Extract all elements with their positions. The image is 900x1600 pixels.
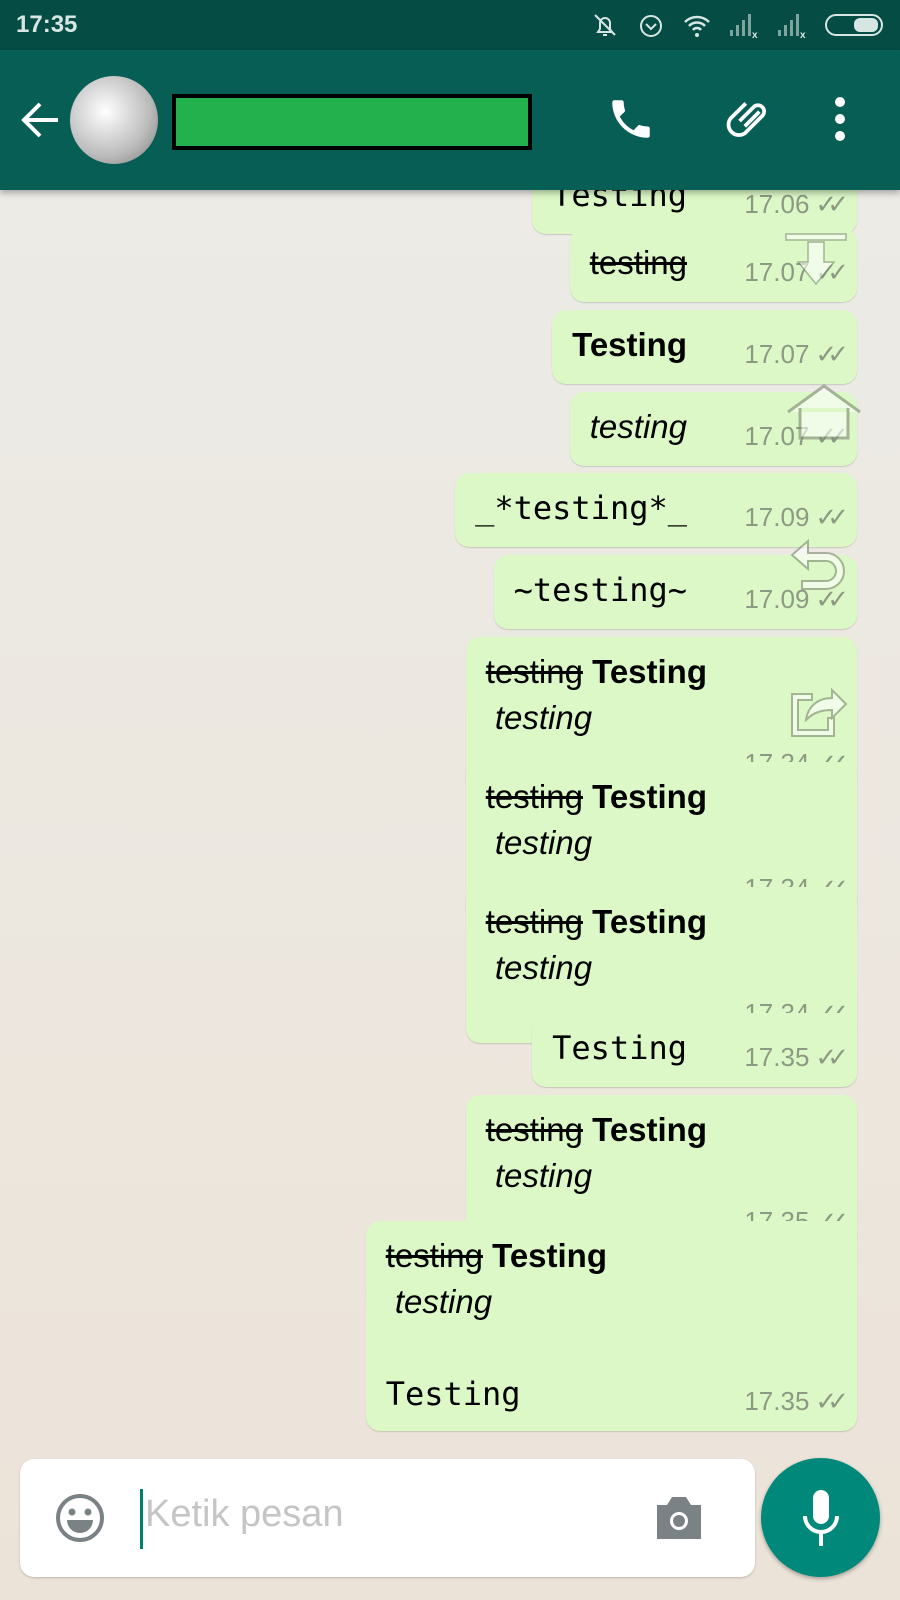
mic-icon: [802, 1489, 839, 1546]
message-text: testing: [485, 949, 593, 986]
message-meta: 17.35✓✓: [744, 1386, 848, 1417]
message-text: testing: [485, 653, 583, 690]
emoji-icon[interactable]: [55, 1493, 105, 1543]
status-time: 17:35: [16, 11, 78, 38]
message-text: ~testing~: [513, 571, 687, 609]
arrow-left-icon[interactable]: [18, 100, 62, 140]
text-cursor: [140, 1489, 143, 1549]
message-text: testing: [485, 1157, 593, 1194]
message-line: testing: [486, 820, 707, 866]
message-line: testing Testing: [486, 1107, 707, 1153]
message-text: testing: [485, 699, 593, 736]
chat-header: [0, 50, 900, 190]
message-line: Testing: [552, 190, 687, 218]
message-time: 17.09: [744, 502, 810, 532]
message-line: Testing: [572, 322, 687, 368]
message-text: testing: [485, 778, 583, 815]
message-meta: 17.07✓✓: [744, 339, 848, 370]
alarm-icon: [640, 15, 662, 37]
double-check-icon: ✓✓: [815, 339, 848, 369]
message-bubble[interactable]: Testing 17.35 ✓✓: [532, 1013, 857, 1087]
message-composer: Ketik pesan: [20, 1459, 755, 1577]
more-vert-icon[interactable]: [830, 94, 850, 144]
message-text: testing: [485, 903, 583, 940]
share-icon[interactable]: [788, 680, 848, 740]
message-text: testing: [589, 408, 687, 445]
message-text: Testing: [582, 903, 707, 940]
message-text: Testing: [552, 190, 687, 214]
status-icons: x x: [590, 10, 884, 40]
phone-icon[interactable]: [606, 94, 656, 144]
message-meta: 17.35✓✓: [744, 1042, 848, 1073]
message-text: _*testing*_: [475, 489, 687, 527]
svg-text:x: x: [752, 30, 758, 40]
double-check-icon: ✓✓: [815, 1042, 848, 1072]
message-input[interactable]: Ketik pesan: [145, 1493, 344, 1536]
message-line: _*testing*_: [475, 485, 687, 531]
message-text: testing: [485, 1111, 583, 1148]
message-line: Testing: [552, 1025, 687, 1071]
message-bubble[interactable]: _*testing*_ 17.09 ✓✓: [455, 473, 857, 547]
home-icon[interactable]: [784, 382, 864, 442]
message-line: testing Testing: [486, 774, 707, 820]
message-line: testing: [486, 695, 707, 741]
message-bubble[interactable]: Testing 17.07 ✓✓: [552, 310, 857, 384]
double-check-icon: ✓✓: [815, 190, 848, 219]
message-text: testing: [485, 824, 593, 861]
message-meta: 17.09 ✓✓: [744, 502, 848, 533]
message-meta: 17.06 ✓✓: [744, 190, 848, 220]
message-line: Testing: [386, 1371, 607, 1417]
message-line: testing: [590, 240, 687, 286]
message-line: ~testing~: [514, 567, 687, 613]
message-line: testing: [486, 945, 707, 991]
message-text: testing: [385, 1237, 483, 1274]
message-text: testing: [589, 244, 687, 281]
message-text: Testing: [482, 1237, 607, 1274]
message-text: Testing: [572, 326, 687, 363]
contact-name-redacted[interactable]: [172, 94, 532, 150]
message-text: testing: [385, 1283, 493, 1320]
message-list[interactable]: Testing 17.06 ✓✓ testing 17.07 ✓✓ Testing 17.07…: [0, 190, 900, 1600]
wifi-icon: [684, 15, 710, 37]
message-text: Testing: [582, 778, 707, 815]
message-line: testing: [590, 404, 687, 450]
message-line: testing: [486, 1153, 707, 1199]
message-line: [386, 1325, 607, 1371]
message-line: testing: [386, 1279, 607, 1325]
camera-icon[interactable]: [653, 1495, 705, 1541]
message-line: testing Testing: [486, 649, 707, 695]
message-text: Testing: [582, 1111, 707, 1148]
message-time: 17.35: [744, 1042, 810, 1072]
voice-record-button[interactable]: [761, 1458, 880, 1577]
battery-icon: [825, 14, 883, 36]
message-text: Testing: [552, 1029, 687, 1067]
message-time: 17.35: [744, 1386, 810, 1416]
message-time: 17.06: [744, 190, 810, 219]
message-time: 17.07: [744, 339, 810, 369]
status-bar: 17:35 x x: [0, 0, 900, 50]
mute-icon: [594, 14, 616, 36]
double-check-icon: ✓✓: [815, 1386, 848, 1416]
svg-text:x: x: [800, 30, 806, 40]
back-icon[interactable]: [788, 537, 848, 593]
message-text: Testing: [582, 653, 707, 690]
message-bubble[interactable]: testing Testing testing Testing 17.35 ✓✓: [365, 1221, 857, 1431]
avatar[interactable]: [70, 76, 158, 164]
message-line: testing Testing: [386, 1233, 607, 1279]
message-text: Testing: [385, 1375, 521, 1413]
signal-icon: x: [730, 14, 758, 40]
paperclip-icon[interactable]: [722, 94, 778, 144]
signal-icon: x: [778, 14, 806, 40]
double-check-icon: ✓✓: [815, 502, 848, 532]
message-line: testing Testing: [486, 899, 707, 945]
scroll-top-icon[interactable]: [784, 232, 848, 292]
